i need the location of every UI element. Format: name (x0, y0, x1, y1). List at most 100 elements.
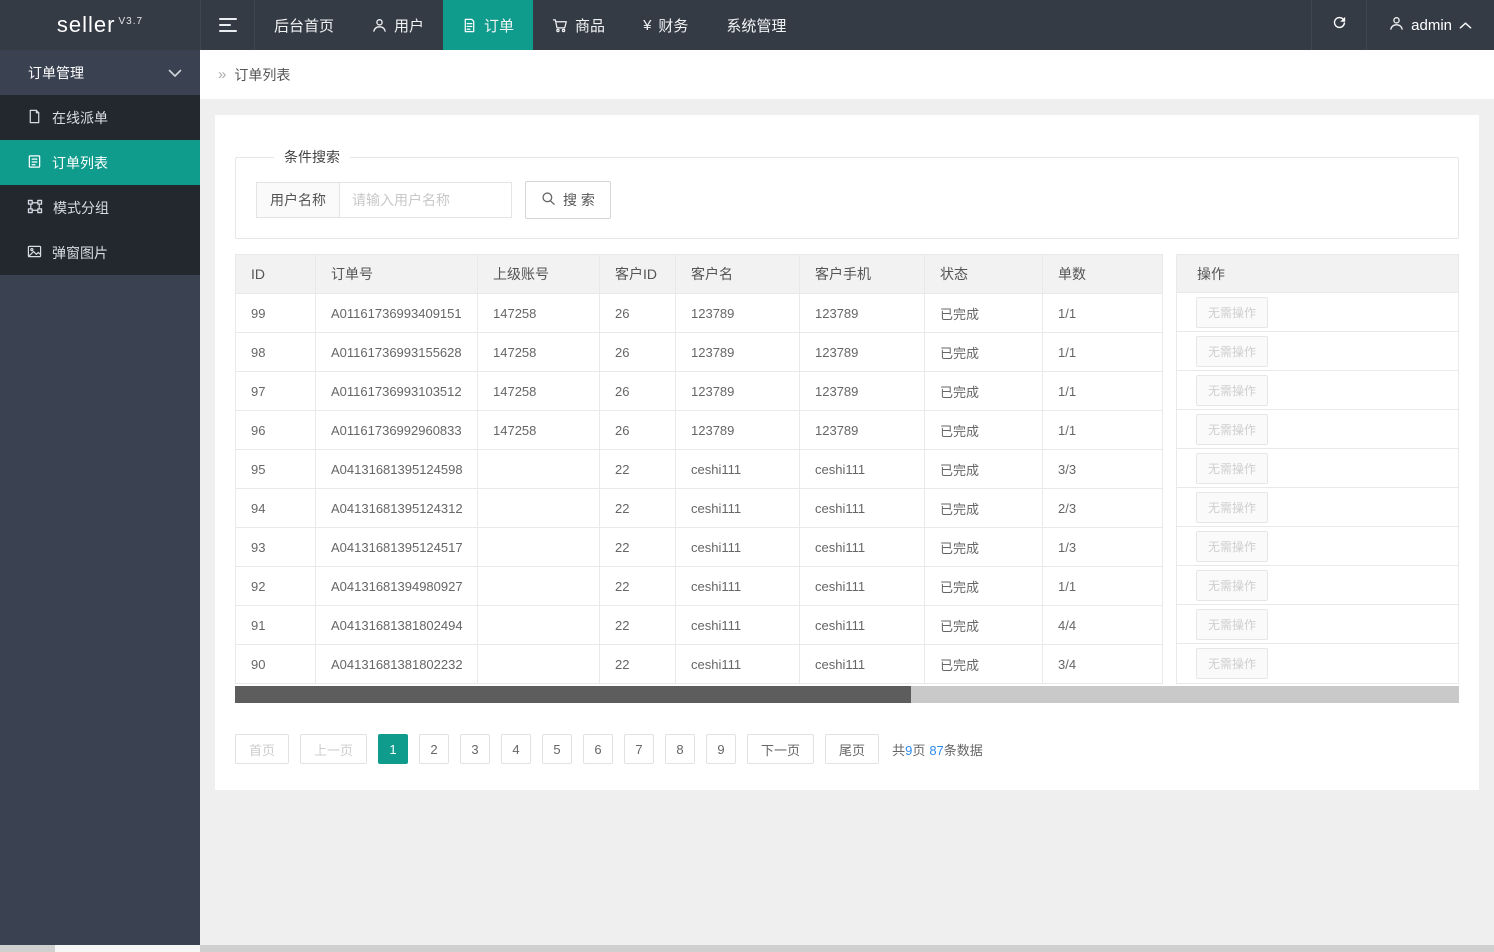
page-first-button[interactable]: 首页 (235, 734, 289, 764)
sidebar-item-order-list[interactable]: 订单列表 (0, 140, 200, 185)
page-number-button[interactable]: 8 (665, 734, 695, 764)
nav-item-dashboard[interactable]: 后台首页 (255, 0, 353, 50)
username-input[interactable] (340, 182, 512, 218)
status-badge: 已完成 (925, 333, 1043, 372)
sidebar: 订单管理 在线派单 订单列表 模式分组 弹窗图片 (0, 50, 200, 945)
action-row: 无需操作 (1177, 410, 1458, 449)
summary-prefix: 共 (892, 743, 905, 758)
page-horizontal-scrollbar[interactable] (0, 945, 1494, 952)
no-action-button[interactable]: 无需操作 (1196, 297, 1268, 328)
nav-item-users[interactable]: 用户 (353, 0, 443, 50)
cell-customer-phone: 123789 (800, 411, 925, 450)
page-number-button[interactable]: 6 (583, 734, 613, 764)
column-header-order-no: 订单号 (316, 255, 478, 294)
cell-count: 1/3 (1043, 528, 1163, 567)
action-row: 无需操作 (1177, 371, 1458, 410)
no-action-button[interactable]: 无需操作 (1196, 570, 1268, 601)
document-icon (462, 18, 477, 33)
page-number-button[interactable]: 2 (419, 734, 449, 764)
sidebar-item-label: 模式分组 (53, 198, 109, 218)
sidebar-item-online-dispatch[interactable]: 在线派单 (0, 95, 200, 140)
summary-total-items: 87 (929, 743, 943, 758)
action-row: 无需操作 (1177, 332, 1458, 371)
cell-customer-id: 22 (600, 606, 676, 645)
table-scrollbar-thumb[interactable] (235, 686, 911, 703)
top-navbar: sellerV3.7 后台首页 用户 订单 商品 ¥ 财务 系统管理 (0, 0, 1494, 50)
cell-customer-phone: ceshi111 (800, 450, 925, 489)
cell-id: 94 (236, 489, 316, 528)
cell-id: 92 (236, 567, 316, 606)
status-badge: 已完成 (925, 645, 1043, 684)
page-number-button[interactable]: 4 (501, 734, 531, 764)
table-row: 94 A04131681395124312 22 ceshi111 ceshi1… (236, 489, 1163, 528)
cell-customer-id: 22 (600, 450, 676, 489)
cell-customer-name: ceshi111 (676, 645, 800, 684)
sidebar-item-mode-group[interactable]: 模式分组 (0, 185, 200, 230)
sidebar-group-order-management[interactable]: 订单管理 (0, 50, 200, 95)
page-scrollbar-thumb[interactable] (55, 945, 200, 952)
no-action-button[interactable]: 无需操作 (1196, 414, 1268, 445)
cell-customer-name: ceshi111 (676, 489, 800, 528)
sidebar-item-label: 在线派单 (52, 108, 108, 128)
action-row: 无需操作 (1177, 605, 1458, 644)
cell-id: 90 (236, 645, 316, 684)
cell-order-no: A01161736993409151 (316, 294, 478, 333)
app-version: V3.7 (119, 16, 144, 27)
no-action-button[interactable]: 无需操作 (1196, 609, 1268, 640)
cell-customer-name: ceshi111 (676, 528, 800, 567)
cell-customer-phone: 123789 (800, 333, 925, 372)
navbar-right: admin (1311, 0, 1494, 50)
cell-order-no: A04131681395124312 (316, 489, 478, 528)
table-row: 92 A04131681394980927 22 ceshi111 ceshi1… (236, 567, 1163, 606)
nav-item-label: 系统管理 (726, 15, 786, 36)
nav-item-products[interactable]: 商品 (533, 0, 624, 50)
content: 条件搜索 用户名称 搜 索 (200, 99, 1494, 806)
no-action-button[interactable]: 无需操作 (1196, 531, 1268, 562)
cart-icon (552, 18, 568, 33)
cell-parent-account (478, 606, 600, 645)
table-row: 93 A04131681395124517 22 ceshi111 ceshi1… (236, 528, 1163, 567)
page-next-button[interactable]: 下一页 (747, 734, 814, 764)
cell-customer-id: 26 (600, 411, 676, 450)
admin-menu[interactable]: admin (1366, 0, 1494, 50)
no-action-button[interactable]: 无需操作 (1196, 648, 1268, 679)
chevron-down-icon (168, 65, 182, 81)
cell-customer-phone: ceshi111 (800, 567, 925, 606)
column-header-parent-account: 上级账号 (478, 255, 600, 294)
refresh-button[interactable] (1311, 0, 1366, 50)
page-number-button[interactable]: 9 (706, 734, 736, 764)
page-number-button[interactable]: 1 (378, 734, 408, 764)
no-action-button[interactable]: 无需操作 (1196, 375, 1268, 406)
cell-count: 3/3 (1043, 450, 1163, 489)
username-label: 用户名称 (256, 182, 340, 218)
cell-count: 3/4 (1043, 645, 1163, 684)
table-row: 90 A04131681381802232 22 ceshi111 ceshi1… (236, 645, 1163, 684)
page-number-button[interactable]: 5 (542, 734, 572, 764)
breadcrumb: » 订单列表 (200, 50, 1494, 99)
page-last-button[interactable]: 尾页 (825, 734, 879, 764)
nav-item-system[interactable]: 系统管理 (707, 0, 805, 50)
page-prev-button[interactable]: 上一页 (300, 734, 367, 764)
cell-customer-id: 26 (600, 372, 676, 411)
breadcrumb-arrow-icon: » (218, 66, 226, 83)
search-button-label: 搜 索 (563, 190, 595, 210)
search-button[interactable]: 搜 索 (525, 181, 611, 219)
hamburger-menu-icon[interactable] (200, 0, 255, 50)
cell-customer-id: 26 (600, 294, 676, 333)
sidebar-item-popup-image[interactable]: 弹窗图片 (0, 230, 200, 275)
sidebar-item-label: 订单列表 (52, 153, 108, 173)
column-header-customer-id: 客户ID (600, 255, 676, 294)
table-row: 98 A01161736993155628 147258 26 123789 1… (236, 333, 1163, 372)
cell-parent-account: 147258 (478, 333, 600, 372)
no-action-button[interactable]: 无需操作 (1196, 336, 1268, 367)
action-row: 无需操作 (1177, 293, 1458, 332)
page-number-button[interactable]: 7 (624, 734, 654, 764)
table-horizontal-scrollbar[interactable] (235, 686, 1459, 703)
image-icon (27, 244, 42, 262)
column-header-customer-phone: 客户手机 (800, 255, 925, 294)
nav-item-orders[interactable]: 订单 (443, 0, 533, 50)
nav-item-finance[interactable]: ¥ 财务 (624, 0, 707, 50)
page-number-button[interactable]: 3 (460, 734, 490, 764)
no-action-button[interactable]: 无需操作 (1196, 492, 1268, 523)
no-action-button[interactable]: 无需操作 (1196, 453, 1268, 484)
